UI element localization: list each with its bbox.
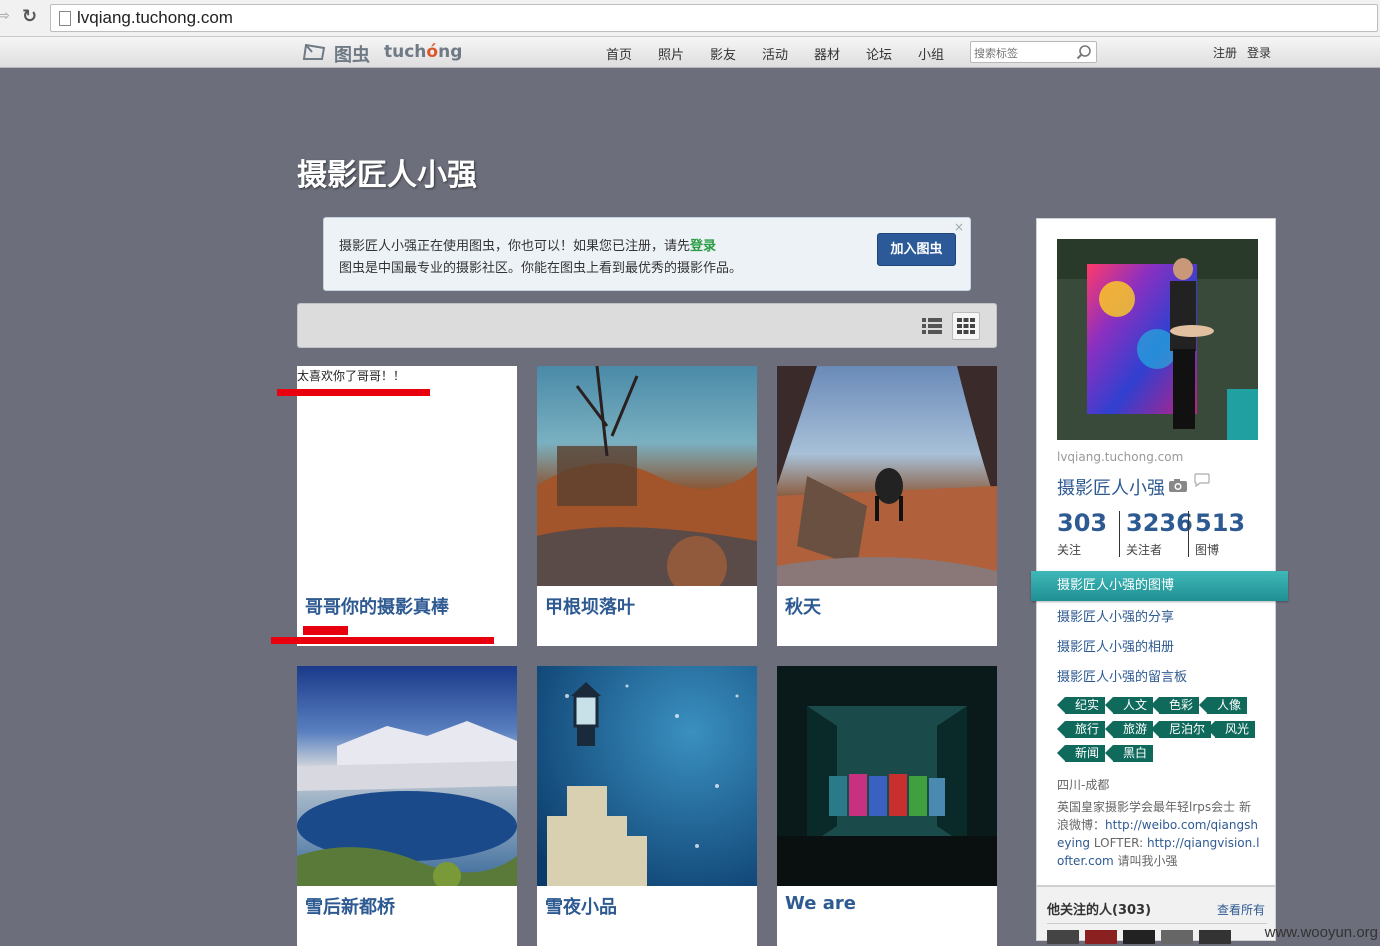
stat-followers-label: 关注者 xyxy=(1126,543,1163,557)
stat-following-count: 303 xyxy=(1057,509,1108,537)
stat-followers-count: 3236 xyxy=(1126,509,1193,537)
tag-search xyxy=(970,41,1097,63)
card-title[interactable]: 雪后新都桥 xyxy=(305,893,395,919)
following-title: 他关注的人(303) xyxy=(1047,903,1152,918)
stat-followers[interactable]: 3236 关注者 xyxy=(1126,509,1193,558)
profile-location: 四川-成都 xyxy=(1057,778,1110,792)
annotation-underline xyxy=(303,626,348,635)
logo-text-cn: 图虫 xyxy=(334,45,370,66)
watermark: www.wooyun.org xyxy=(1264,924,1378,941)
avatar[interactable] xyxy=(1047,930,1079,944)
stat-posts-count: 513 xyxy=(1195,509,1246,537)
message-icon[interactable] xyxy=(1194,473,1210,487)
page-title: 摄影匠人小强 xyxy=(297,158,477,193)
stat-following-label: 关注 xyxy=(1057,543,1082,557)
tag[interactable]: 旅游 xyxy=(1104,721,1154,738)
card-title[interactable]: 秋天 xyxy=(785,593,821,619)
reload-icon[interactable]: ↻ xyxy=(22,6,37,27)
tag[interactable]: 色彩 xyxy=(1150,697,1200,714)
tag[interactable]: 黑白 xyxy=(1104,745,1154,762)
annotation-underline xyxy=(271,637,494,644)
stat-following[interactable]: 303 关注 xyxy=(1057,509,1107,558)
profile-name[interactable]: 摄影匠人小强 xyxy=(1057,474,1165,500)
profile-domain[interactable]: lvqiang.tuchong.com xyxy=(1057,450,1183,464)
camera-icon xyxy=(1169,479,1187,492)
browser-toolbar: ⇨ ↻ lvqiang.tuchong.com xyxy=(0,0,1380,37)
nav-friends[interactable]: 影友 xyxy=(710,44,736,63)
photo-thumbnail[interactable] xyxy=(777,366,997,586)
join-notice: 摄影匠人小强正在使用图虫，你也可以！如果您已注册，请先登录 图虫是中国最专业的摄… xyxy=(323,217,971,291)
notice-login-link[interactable]: 登录 xyxy=(690,239,716,254)
avatar[interactable] xyxy=(1161,930,1193,944)
sidebar-item-albums[interactable]: 摄影匠人小强的相册 xyxy=(1057,636,1174,655)
close-icon[interactable]: × xyxy=(954,220,964,234)
annotation-underline xyxy=(277,389,430,396)
profile-sidebar: lvqiang.tuchong.com 摄影匠人小强 303 关注 3236 关… xyxy=(1031,218,1288,886)
notice-line-1: 摄影匠人小强正在使用图虫，你也可以！如果您已注册，请先登录 xyxy=(339,239,717,254)
photo-card[interactable]: 雪夜小品 xyxy=(537,666,757,946)
card-title[interactable]: 哥哥你的摄影真棒 xyxy=(305,593,449,619)
avatar[interactable] xyxy=(1199,930,1231,944)
nav-home[interactable]: 首页 xyxy=(606,44,632,63)
notice-line-2: 图虫是中国最专业的摄影社区。你能在图虫上看到最优秀的摄影作品。 xyxy=(339,261,743,276)
photo-card[interactable]: 太喜欢你了哥哥！！ 哥哥你的摄影真棒 xyxy=(297,366,517,646)
nav-groups[interactable]: 小组 xyxy=(918,44,944,63)
tag[interactable]: 纪实 xyxy=(1056,697,1106,714)
login-link[interactable]: 登录 xyxy=(1247,46,1271,60)
join-tuchong-button[interactable]: 加入图虫 xyxy=(877,233,956,266)
grid-view-icon xyxy=(957,318,975,334)
tag[interactable]: 人像 xyxy=(1198,697,1248,714)
view-all-following-link[interactable]: 查看所有 xyxy=(1217,901,1265,918)
card-title[interactable]: 雪夜小品 xyxy=(545,893,617,919)
photo-thumbnail[interactable] xyxy=(537,366,757,586)
stat-posts[interactable]: 513 图博 xyxy=(1195,509,1245,558)
photo-card[interactable]: 甲根坝落叶 xyxy=(537,366,757,646)
auth-links: 注册 登录 xyxy=(1213,44,1281,61)
tag[interactable]: 新闻 xyxy=(1056,745,1106,762)
page-icon xyxy=(59,11,71,26)
list-view-icon[interactable] xyxy=(921,316,943,336)
stat-posts-label: 图博 xyxy=(1195,543,1220,557)
nav-forum[interactable]: 论坛 xyxy=(866,44,892,63)
stat-divider xyxy=(1188,511,1189,557)
register-link[interactable]: 注册 xyxy=(1213,46,1237,60)
grid-view-button[interactable] xyxy=(952,312,980,340)
sidebar-item-blog[interactable]: 摄影匠人小强的图博 xyxy=(1031,571,1288,601)
avatar[interactable] xyxy=(1085,930,1117,944)
url-text[interactable]: lvqiang.tuchong.com xyxy=(77,8,233,28)
nav-gear[interactable]: 器材 xyxy=(814,44,840,63)
nav-events[interactable]: 活动 xyxy=(762,44,788,63)
tag[interactable]: 尼泊尔 xyxy=(1150,721,1212,738)
sidebar-item-guestbook[interactable]: 摄影匠人小强的留言板 xyxy=(1057,666,1187,685)
logo-text-en: tuchóng xyxy=(384,42,463,62)
photo-thumbnail[interactable] xyxy=(537,666,757,886)
tag-search-input[interactable] xyxy=(971,44,1074,63)
card-title[interactable]: We are xyxy=(785,893,856,914)
site-header: 图虫 tuchóng 首页 照片 影友 活动 器材 论坛 小组 注册登录 xyxy=(0,37,1380,68)
divider xyxy=(1047,923,1267,924)
photo-card[interactable]: 秋天 xyxy=(777,366,997,646)
card-injected-note: 太喜欢你了哥哥！！ xyxy=(297,369,406,383)
tag[interactable]: 旅行 xyxy=(1056,721,1106,738)
card-title[interactable]: 甲根坝落叶 xyxy=(545,593,635,619)
photo-card[interactable]: We are xyxy=(777,666,997,946)
nav-photos[interactable]: 照片 xyxy=(658,44,684,63)
address-bar[interactable]: lvqiang.tuchong.com xyxy=(50,4,1378,32)
photo-thumbnail[interactable] xyxy=(777,666,997,886)
view-toolbar xyxy=(297,303,997,348)
tag[interactable]: 人文 xyxy=(1104,697,1154,714)
stat-divider xyxy=(1119,511,1120,557)
photo-thumbnail[interactable] xyxy=(297,666,517,886)
avatar[interactable] xyxy=(1123,930,1155,944)
tag[interactable]: 风光 xyxy=(1206,721,1256,738)
following-panel: 他关注的人(303) 查看所有 xyxy=(1036,886,1276,944)
logo-mark-icon xyxy=(302,43,326,60)
sidebar-item-shares[interactable]: 摄影匠人小强的分享 xyxy=(1057,606,1174,625)
profile-bio: 英国皇家摄影学会最年轻lrps会士 新浪微博：http://weibo.com/… xyxy=(1057,800,1260,868)
profile-avatar[interactable] xyxy=(1057,239,1258,440)
photo-card[interactable]: 雪后新都桥 xyxy=(297,666,517,946)
search-icon[interactable] xyxy=(1076,44,1092,60)
back-arrow-icon[interactable]: ⇨ xyxy=(0,8,10,24)
